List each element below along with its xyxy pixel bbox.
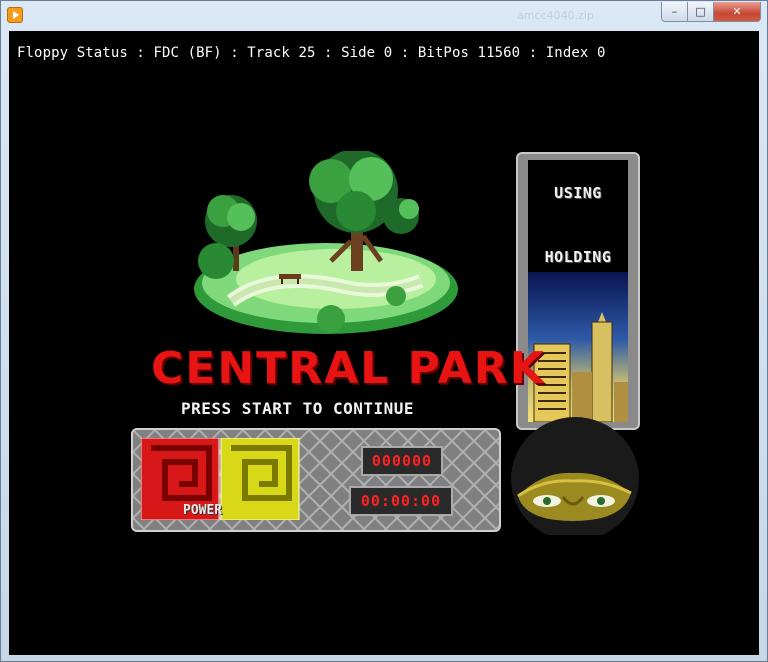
window-title: amcc4040.zip	[517, 9, 594, 22]
park-illustration	[194, 151, 458, 334]
press-start-prompt: PRESS START TO CONTINUE	[181, 399, 415, 418]
emulator-screen[interactable]: Floppy Status : FDC (BF) : Track 25 : Si…	[9, 31, 759, 655]
score-counter: 000000	[361, 446, 443, 476]
using-label: USING	[554, 184, 602, 202]
title-bar[interactable]: amcc4040.zip – □ ✕	[1, 1, 767, 31]
holding-label: HOLDING	[544, 248, 612, 266]
hud-panel: POWER 000000 00:00:00	[131, 428, 501, 532]
emulator-window: amcc4040.zip – □ ✕ Floppy Status : FDC (…	[0, 0, 768, 662]
ninja-portrait	[511, 417, 639, 535]
maximize-button[interactable]: □	[687, 2, 714, 22]
timer-counter: 00:00:00	[349, 486, 453, 516]
minimize-button[interactable]: –	[661, 2, 688, 22]
level-title: CENTRAL PARK	[151, 343, 546, 394]
floppy-status: Floppy Status : FDC (BF) : Track 25 : Si…	[17, 45, 606, 61]
close-button[interactable]: ✕	[713, 2, 761, 22]
power-label: POWER	[183, 503, 223, 518]
app-icon[interactable]	[7, 7, 23, 23]
